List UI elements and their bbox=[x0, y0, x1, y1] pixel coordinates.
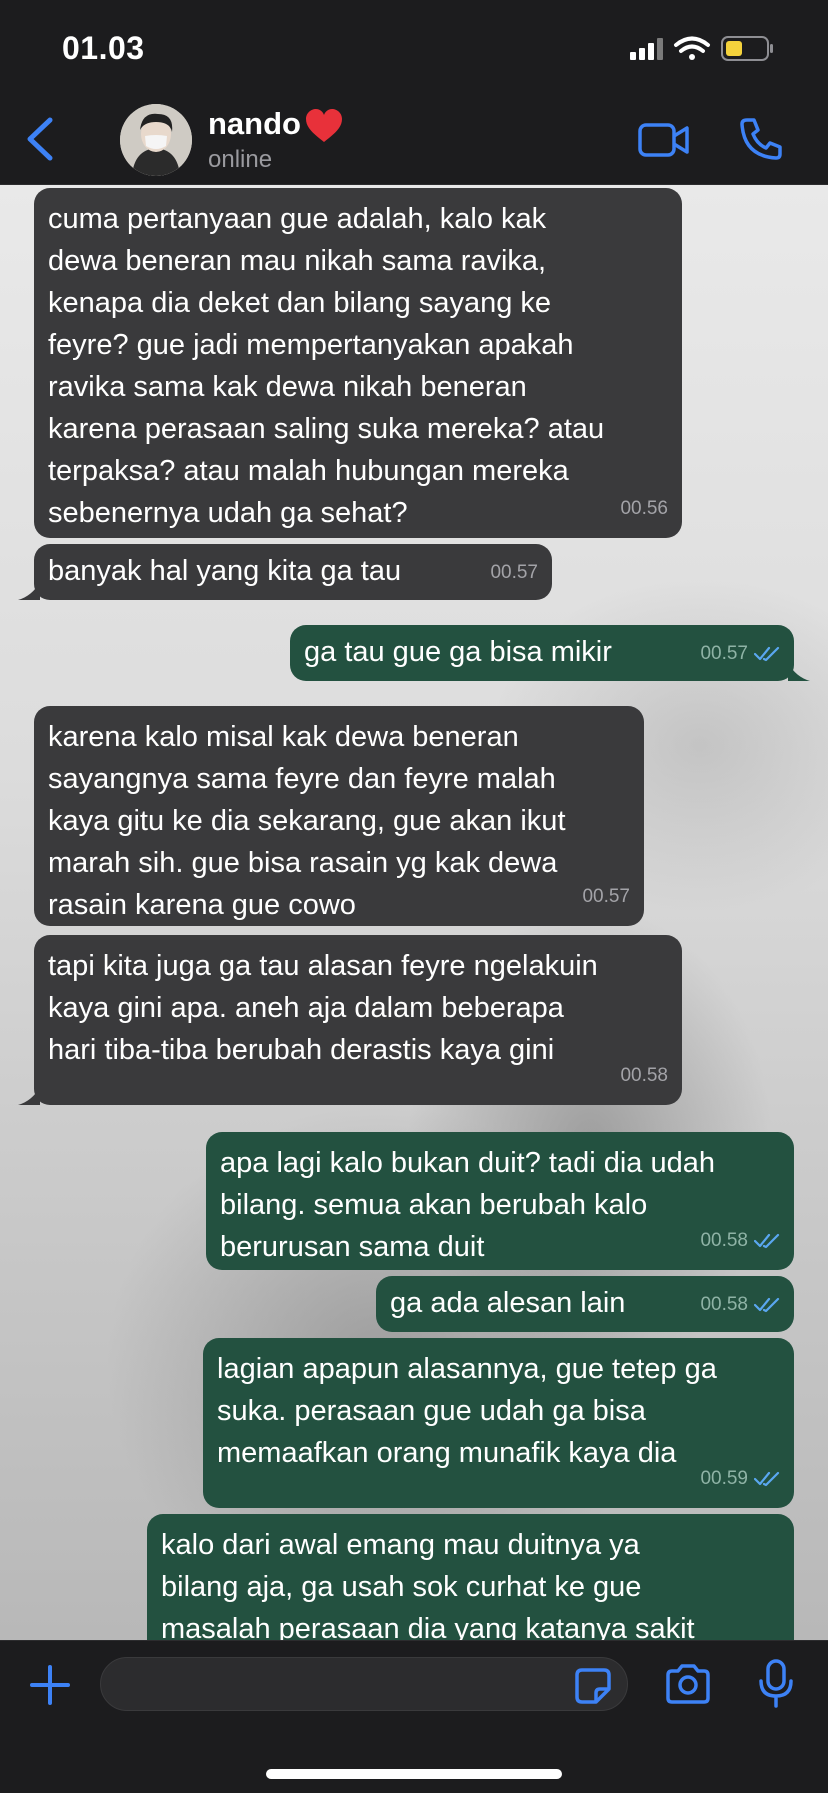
contact-status: online bbox=[208, 146, 273, 173]
message-meta: 00.57 bbox=[490, 552, 538, 594]
message-time: 00.58 bbox=[700, 1230, 748, 1251]
sticker-icon[interactable] bbox=[574, 1667, 612, 1705]
home-indicator[interactable] bbox=[266, 1769, 562, 1779]
message-meta: 00.58 bbox=[700, 1220, 780, 1262]
message-meta: 00.57 bbox=[700, 633, 780, 675]
message-text: apa lagi kalo bukan duit? tadi dia udah … bbox=[220, 1147, 715, 1263]
status-bar: 01.03 bbox=[0, 0, 828, 96]
message-meta: 00.59 bbox=[700, 1458, 780, 1500]
video-call-icon[interactable] bbox=[638, 120, 690, 160]
read-receipt-icon bbox=[754, 646, 780, 662]
composer-bar bbox=[0, 1640, 828, 1793]
message-meta: 00.58 bbox=[700, 1284, 780, 1326]
message-bubble[interactable]: kalo dari awal emang mau duitnya ya bila… bbox=[147, 1514, 794, 1640]
status-time: 01.03 bbox=[62, 30, 145, 66]
wifi-icon bbox=[674, 36, 710, 60]
message-input[interactable] bbox=[100, 1657, 628, 1711]
message-text: cuma pertanyaan gue adalah, kalo kak dew… bbox=[48, 203, 605, 529]
bubble-tail bbox=[18, 582, 40, 600]
message-time: 00.57 bbox=[582, 886, 630, 907]
message-meta: 00.58 bbox=[620, 1055, 668, 1097]
message-meta: 00.57 bbox=[582, 876, 630, 918]
read-receipt-icon bbox=[754, 1471, 780, 1487]
message-bubble[interactable]: tapi kita juga ga tau alasan feyre ngela… bbox=[18, 935, 682, 1105]
bubble-tail bbox=[18, 1087, 40, 1105]
plus-icon[interactable] bbox=[28, 1663, 72, 1707]
signal-icon bbox=[630, 38, 663, 60]
heart-emoji bbox=[306, 109, 342, 142]
message-time: 00.57 bbox=[490, 562, 538, 583]
message-bubble[interactable]: ga tau gue ga bisa mikir 00.57 bbox=[290, 625, 810, 681]
avatar[interactable] bbox=[120, 104, 192, 176]
read-receipt-icon bbox=[754, 1297, 780, 1313]
read-receipt-icon bbox=[754, 1233, 780, 1249]
message-time: 00.59 bbox=[700, 1468, 748, 1489]
message-meta: 00.56 bbox=[620, 488, 668, 530]
message-time: 00.58 bbox=[700, 1294, 748, 1315]
message-time: 00.58 bbox=[620, 1065, 668, 1086]
message-text: lagian apapun alasannya, gue tetep ga su… bbox=[217, 1353, 717, 1469]
message-bubble[interactable]: banyak hal yang kita ga tau 00.57 bbox=[18, 544, 552, 600]
contact-name[interactable]: nando bbox=[208, 106, 301, 142]
message-time: 00.56 bbox=[620, 498, 668, 519]
status-icons bbox=[614, 34, 794, 64]
battery-icon bbox=[721, 36, 773, 61]
message-bubble[interactable]: lagian apapun alasannya, gue tetep ga su… bbox=[203, 1338, 794, 1508]
message-bubble[interactable]: ga ada alesan lain 00.58 bbox=[376, 1276, 794, 1332]
chat-header: nando online bbox=[0, 96, 828, 185]
chat-thread[interactable]: cuma pertanyaan gue adalah, kalo kak dew… bbox=[0, 185, 828, 1640]
back-chevron-icon[interactable] bbox=[22, 114, 58, 164]
bubble-tail bbox=[788, 663, 810, 681]
message-time: 00.57 bbox=[700, 643, 748, 664]
message-bubble[interactable]: karena kalo misal kak dewa beneran sayan… bbox=[34, 706, 644, 926]
microphone-icon[interactable] bbox=[756, 1659, 796, 1709]
message-bubble[interactable]: cuma pertanyaan gue adalah, kalo kak dew… bbox=[34, 188, 682, 538]
message-text: banyak hal yang kita ga tau bbox=[48, 555, 402, 587]
message-text: karena kalo misal kak dewa beneran sayan… bbox=[48, 721, 566, 921]
message-text: kalo dari awal emang mau duitnya ya bila… bbox=[161, 1529, 695, 1640]
phone-icon[interactable] bbox=[738, 116, 784, 162]
message-text: tapi kita juga ga tau alasan feyre ngela… bbox=[48, 950, 598, 1066]
camera-icon[interactable] bbox=[664, 1663, 712, 1705]
message-bubble[interactable]: apa lagi kalo bukan duit? tadi dia udah … bbox=[206, 1132, 794, 1270]
